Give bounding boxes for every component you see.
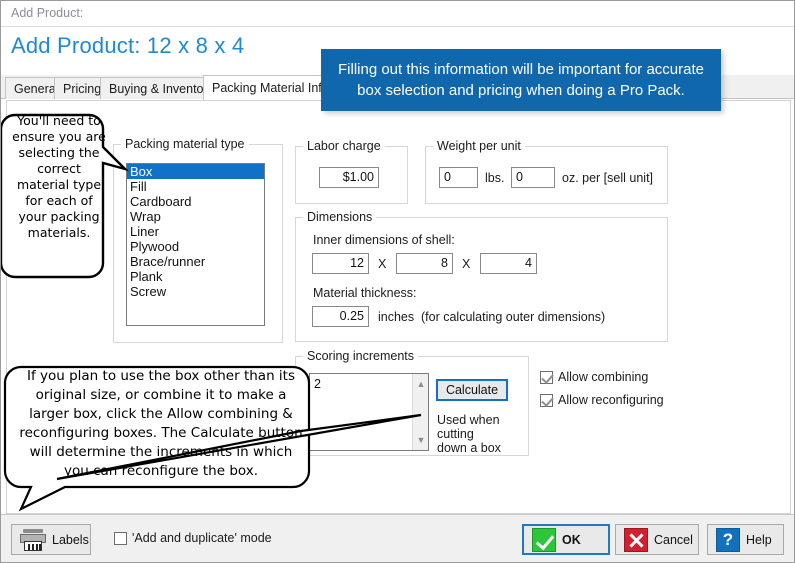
weight-oz-label: oz. per [sell unit] <box>562 171 654 185</box>
question-mark-icon: ? <box>716 527 740 552</box>
add-product-dialog: Add Product: Add Product: 12 x 8 x 4 Gen… <box>0 0 795 563</box>
allow-reconfiguring-checkbox[interactable]: Allow reconfiguring <box>540 393 664 407</box>
inner-dimensions-label: Inner dimensions of shell: <box>313 233 455 247</box>
labels-button-label: Labels <box>52 532 89 547</box>
material-callout-text: You'll need to ensure you are selecting … <box>12 113 106 240</box>
thickness-note-label: (for calculating outer dimensions) <box>421 310 606 324</box>
add-duplicate-mode-checkbox[interactable]: 'Add and duplicate' mode <box>114 531 272 545</box>
thickness-units-label: inches <box>378 310 415 324</box>
material-thickness-label: Material thickness: <box>313 286 417 300</box>
checkbox-box <box>114 531 127 545</box>
window-title: Add Product: <box>11 6 84 20</box>
add-duplicate-mode-label: 'Add and duplicate' mode <box>132 531 272 545</box>
blue-info-callout: Filling out this information will be imp… <box>321 49 721 111</box>
weight-lbs-input[interactable]: 0 <box>439 167 478 188</box>
dialog-footer: Labels 'Add and duplicate' mode OK Cance… <box>1 514 794 562</box>
labor-charge-legend: Labor charge <box>303 139 385 153</box>
close-icon <box>624 527 648 552</box>
tab-packing-material-info[interactable]: Packing Material Info <box>203 75 338 100</box>
weight-oz-input[interactable]: 0 <box>511 167 555 188</box>
dimensions-legend: Dimensions <box>303 210 377 224</box>
window-titlebar: Add Product: <box>1 1 794 27</box>
cancel-button[interactable]: Cancel <box>615 524 699 555</box>
weight-lbs-label: lbs. <box>485 171 505 185</box>
weight-per-unit-legend: Weight per unit <box>433 139 525 153</box>
inner-width-input[interactable]: 8 <box>396 253 453 274</box>
label-printer-icon <box>20 528 46 551</box>
checkbox-box <box>540 370 553 384</box>
allow-combining-checkbox[interactable]: Allow combining <box>540 370 648 384</box>
page-title: Add Product: 12 x 8 x 4 <box>11 33 245 58</box>
material-thickness-input[interactable]: 0.25 <box>312 306 369 327</box>
cancel-button-label: Cancel <box>654 532 693 547</box>
checkbox-box <box>540 393 553 407</box>
check-icon <box>532 527 556 552</box>
ok-button[interactable]: OK <box>522 524 610 555</box>
dimension-separator-1: X <box>378 257 387 271</box>
dimension-separator-2: X <box>462 257 471 271</box>
inner-length-input[interactable]: 12 <box>312 253 369 274</box>
labor-charge-input[interactable]: $1.00 <box>319 167 379 188</box>
help-button[interactable]: ? Help <box>707 524 784 555</box>
allow-reconfiguring-label: Allow reconfiguring <box>558 393 664 407</box>
inner-height-input[interactable]: 4 <box>480 253 537 274</box>
ok-button-label: OK <box>562 532 581 547</box>
calculate-button[interactable]: Calculate <box>436 379 508 401</box>
bottom-callout-text: If you plan to use the box other than it… <box>19 368 303 479</box>
labels-button[interactable]: Labels <box>11 524 91 555</box>
help-button-label: Help <box>746 532 772 547</box>
scoring-hint-label: Used when cutting down a box <box>437 413 501 455</box>
allow-combining-label: Allow combining <box>558 370 649 384</box>
